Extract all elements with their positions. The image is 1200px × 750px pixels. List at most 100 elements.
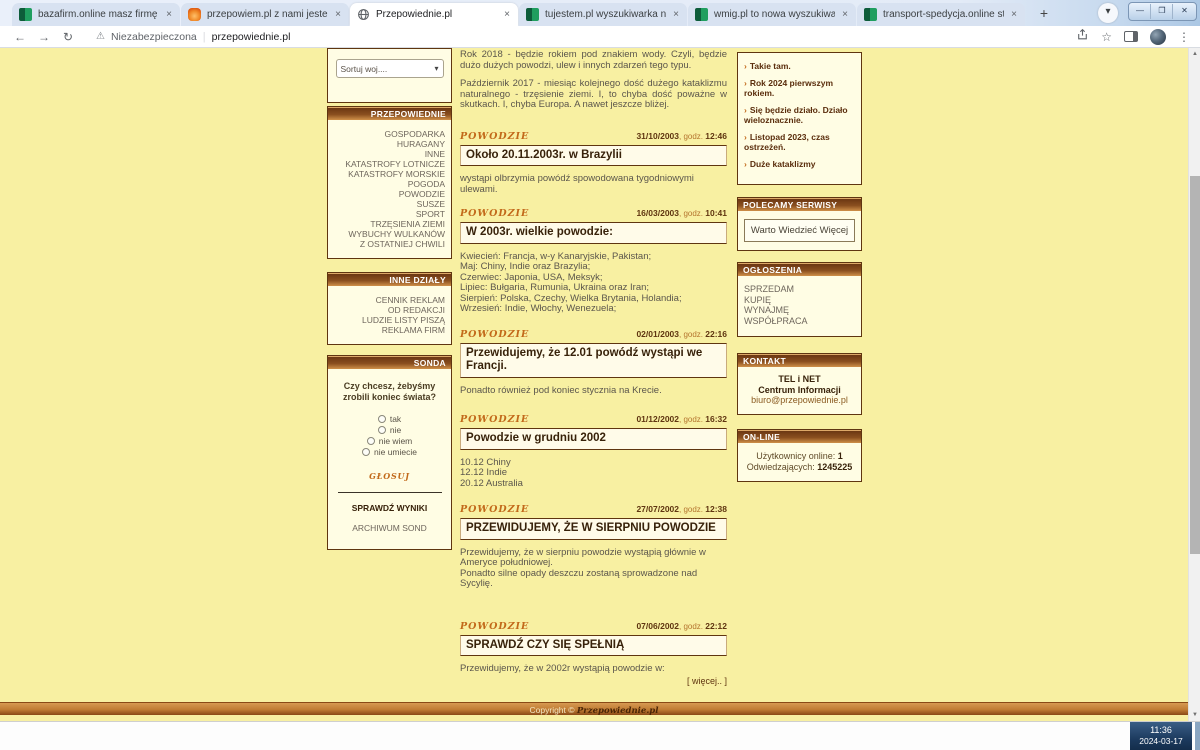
tab-close-icon[interactable]: × <box>334 9 342 20</box>
ads-link[interactable]: WYNAJMĘ <box>744 305 855 316</box>
scroll-down-icon[interactable]: ▼ <box>1189 709 1200 721</box>
tab-wmig[interactable]: wmig.pl to nowa wyszukiwarka f × <box>688 3 856 26</box>
tab-przepowiednie-active[interactable]: Przepowiednie.pl × <box>350 3 518 26</box>
sidebar-menu-link[interactable]: Z OSTATNIEJ CHWILI <box>332 239 445 249</box>
ads-link[interactable]: WSPÓŁPRACA <box>744 316 855 327</box>
contact-email-link[interactable]: biuro@przepowiednie.pl <box>742 395 857 406</box>
scrollbar-thumb[interactable] <box>1190 176 1200 554</box>
article-head: POWODZIE 07/06/2002, godz. 22:12 <box>460 621 727 632</box>
share-icon[interactable] <box>1076 28 1089 46</box>
ads-link[interactable]: SPRZEDAM <box>744 284 855 295</box>
article-category-link[interactable]: POWODZIE <box>460 414 529 425</box>
favicon-green-icon <box>695 8 708 21</box>
clock-date: 2024-03-17 <box>1139 736 1183 746</box>
sidebar-menu-link[interactable]: KATASTROFY MORSKIE <box>332 169 445 179</box>
poll-vote-button[interactable]: GŁOSUJ <box>333 471 446 481</box>
taskbar-clock[interactable]: 11:36 2024-03-17 <box>1130 722 1192 750</box>
sidebar-menu-link[interactable]: SUSZE <box>332 199 445 209</box>
not-secure-warning-icon[interactable]: ⚠ <box>96 31 105 42</box>
address-bar: ← → ↻ ⚠ Niezabezpieczona | przepowiednie… <box>0 26 1200 48</box>
bookmark-star-icon[interactable]: ☆ <box>1101 30 1112 44</box>
scroll-up-icon[interactable]: ▲ <box>1189 48 1200 60</box>
article-head: POWODZIE 01/12/2002, godz. 16:32 <box>460 414 727 425</box>
article-category-link[interactable]: POWODZIE <box>460 504 529 515</box>
other-sections-box: INNE DZIAŁY CENNIK REKLAM OD REDAKCJI LUDZ… <box>327 272 452 345</box>
radio-button-icon[interactable] <box>377 414 386 423</box>
omnibox[interactable]: ⚠ Niezabezpieczona | przepowiednie.pl <box>96 31 290 43</box>
article-datetime: 31/10/2003, godz. 12:46 <box>636 130 727 141</box>
side-panel-icon[interactable] <box>1124 31 1138 42</box>
article: POWODZIE 02/01/2003, godz. 22:16 Przewid… <box>460 329 727 397</box>
article-title-link[interactable]: Przewidujemy, że 12.01 powódź wystąpi we… <box>460 342 727 378</box>
article-title-link[interactable]: PRZEWIDUJEMY, ŻE W SIERPNIU POWODZIE <box>460 518 727 540</box>
news-link[interactable]: › Duże kataklizmy <box>744 159 855 169</box>
show-desktop-button[interactable] <box>1194 722 1200 750</box>
radio-button-icon[interactable] <box>366 436 375 445</box>
article-category-link[interactable]: POWODZIE <box>460 208 529 219</box>
sidebar-menu-link[interactable]: KATASTROFY LOTNICZE <box>332 159 445 169</box>
article-title-link[interactable]: Około 20.11.2003r. w Brazylii <box>460 144 727 166</box>
news-link[interactable]: › Rok 2024 pierwszym rokiem. <box>744 78 855 98</box>
tab-close-icon[interactable]: × <box>1010 9 1018 20</box>
article-category-link[interactable]: POWODZIE <box>460 621 529 632</box>
article-title-link[interactable]: SPRAWDŹ CZY SIĘ SPEŁNIĄ <box>460 634 727 656</box>
poll-results-link[interactable]: SPRAWDŹ WYNIKI <box>333 503 446 513</box>
sidebar-menu-link[interactable]: HURAGANY <box>332 139 445 149</box>
sidebar-menu-link[interactable]: GOSPODARKA <box>332 129 445 139</box>
recommended-link[interactable]: Warto Wiedzieć Więcej <box>744 219 855 242</box>
security-label: Niezabezpieczona <box>110 30 197 43</box>
new-tab-button[interactable]: + <box>1034 4 1054 24</box>
article-head: POWODZIE 16/03/2003, godz. 10:41 <box>460 208 727 219</box>
tab-close-icon[interactable]: × <box>165 9 173 20</box>
tab-bazafirm[interactable]: bazafirm.online masz firmę kup w × <box>12 3 180 26</box>
sort-region-select[interactable]: Sortuj woj.... ▾ <box>335 59 444 78</box>
online-box: ON-LINE Użytkownicy online: 1 Odwiedzają… <box>737 429 862 482</box>
ads-link[interactable]: KUPIĘ <box>744 295 855 306</box>
poll-archive-link[interactable]: ARCHIWUM SOND <box>333 523 446 533</box>
news-link[interactable]: › Listopad 2023, czas ostrzeżeń. <box>744 132 855 152</box>
sidebar-menu-link[interactable]: REKLAMA FIRM <box>332 325 445 335</box>
poll-option[interactable]: nie <box>333 424 446 435</box>
sidebar-menu-link[interactable]: SPORT <box>332 209 445 219</box>
article-category-link[interactable]: POWODZIE <box>460 131 529 142</box>
more-link[interactable]: [ więcej.. ] <box>460 676 727 686</box>
sidebar-menu-link[interactable]: INNE <box>332 149 445 159</box>
poll-option[interactable]: tak <box>333 413 446 424</box>
copyright-site-name: Przepowiednie.pl <box>576 706 659 716</box>
tab-transport-spedycja[interactable]: transport-spedycja.online strona × <box>857 3 1025 26</box>
tab-close-icon[interactable]: × <box>503 9 511 20</box>
profile-avatar[interactable] <box>1150 28 1166 45</box>
tab-przepowiem[interactable]: przepowiem.pl z nami jesteś zna × <box>181 3 349 26</box>
recommended-box: POLECAMY SERWISY Warto Wiedzieć Więcej <box>737 197 862 251</box>
tab-tujestem[interactable]: tujestem.pl wyszukiwarka naj × <box>519 3 687 26</box>
sidebar-menu-link[interactable]: CENNIK REKLAM <box>332 295 445 305</box>
sidebar-menu-link[interactable]: POGODA <box>332 179 445 189</box>
minimize-button[interactable]: — <box>1130 4 1151 19</box>
sidebar-menu-link[interactable]: WYBUCHY WULKANÓW <box>332 229 445 239</box>
maximize-button[interactable]: ❐ <box>1152 4 1173 19</box>
radio-button-icon[interactable] <box>362 447 370 456</box>
sidebar-menu-link[interactable]: TRZĘSIENIA ZIEMI <box>332 219 445 229</box>
radio-button-icon[interactable] <box>377 425 386 434</box>
article-title-link[interactable]: Powodzie w grudniu 2002 <box>460 428 727 450</box>
close-button[interactable]: ✕ <box>1174 4 1195 19</box>
tab-close-icon[interactable]: × <box>672 9 680 20</box>
article-title-link[interactable]: W 2003r. wielkie powodzie: <box>460 222 727 244</box>
sidebar-menu-link[interactable]: LUDZIE LISTY PISZĄ <box>332 315 445 325</box>
sidebar-menu-link[interactable]: OD REDAKCJI <box>332 305 445 315</box>
tab-search-chevron-icon[interactable]: ▾ <box>1098 3 1118 23</box>
news-link[interactable]: › Takie tam. <box>744 61 855 71</box>
poll-option[interactable]: nie umiecie <box>333 446 446 457</box>
article-category-link[interactable]: POWODZIE <box>460 329 529 340</box>
poll-option[interactable]: nie wiem <box>333 435 446 446</box>
forward-icon[interactable]: → <box>32 30 56 44</box>
tab-close-icon[interactable]: × <box>841 9 849 20</box>
address-url[interactable]: przepowiednie.pl <box>212 31 291 43</box>
sidebar-menu-link[interactable]: POWODZIE <box>332 189 445 199</box>
reload-icon[interactable]: ↻ <box>56 30 80 44</box>
news-link[interactable]: › Się będzie działo. Działo wieloznacznie… <box>744 105 855 125</box>
browser-menu-icon[interactable]: ⋮ <box>1178 30 1190 44</box>
window-controls: — ❐ ✕ <box>1128 2 1197 21</box>
back-icon[interactable]: ← <box>8 30 32 44</box>
scrollbar[interactable]: ▲ ▼ <box>1188 48 1200 721</box>
